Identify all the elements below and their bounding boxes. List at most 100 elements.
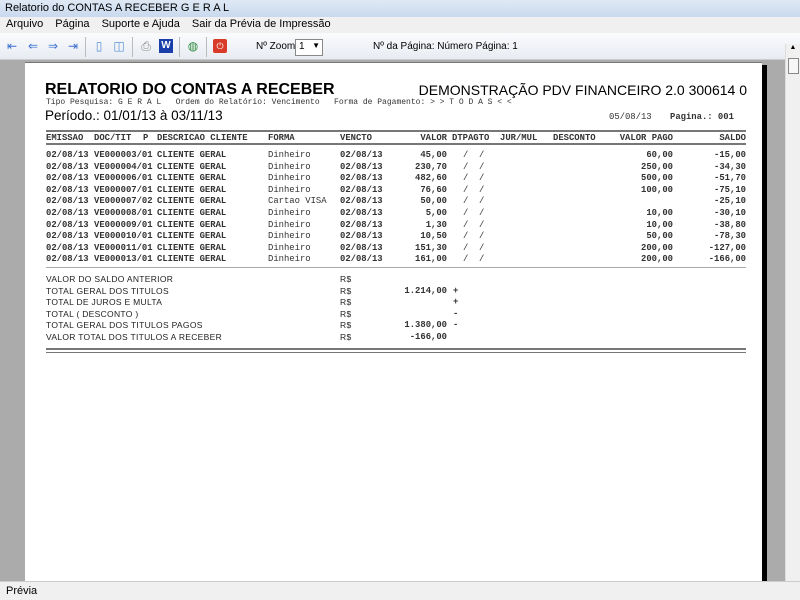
summary-value: -166,00 (409, 332, 447, 342)
report-page-number: Pagina.: 001 (670, 112, 734, 122)
report-period: Período.: 01/01/13 à 03/11/13 (45, 108, 223, 123)
column-header-dtpagto: DTPAGTO (452, 133, 490, 143)
cell-dtpagto: / / (463, 208, 485, 218)
vertical-scrollbar[interactable]: ▲ (785, 44, 800, 581)
cell-valor: 161,00 (415, 254, 447, 265)
email-globe-icon[interactable]: ◍ (186, 39, 200, 53)
cell-emissao: 02/08/13 (46, 219, 89, 230)
cell-dtpagto: / / (463, 242, 485, 253)
next-page-icon[interactable]: ⇒ (46, 39, 60, 53)
cell-valor-pago: 500,00 (641, 173, 673, 184)
cell-forma: Dinheiro (268, 231, 311, 242)
cell-cliente: CLIENTE GERAL (157, 219, 227, 230)
cell-valor: 1,30 (425, 219, 447, 230)
summary-label: TOTAL DE JUROS E MULTA (46, 297, 163, 308)
cell-emissao: 02/08/13 (46, 254, 89, 265)
cell-emissao: 02/08/13 (46, 208, 89, 218)
cell-vencto: 02/08/13 (340, 184, 383, 195)
word-export-icon[interactable]: W (159, 39, 173, 53)
cell-valor-pago: 250,00 (641, 161, 673, 172)
cell-vencto: 02/08/13 (340, 208, 383, 218)
cell-dtpagto: / / (463, 254, 485, 265)
cell-forma: Cartao VISA (268, 196, 327, 207)
single-page-icon[interactable]: ▯ (92, 39, 106, 53)
cell-doc: VE000011/01 (94, 242, 153, 253)
scroll-thumb[interactable] (788, 58, 799, 74)
cell-cliente: CLIENTE GERAL (157, 254, 227, 265)
cell-emissao: 02/08/13 (46, 173, 89, 184)
cell-dtpagto: / / (463, 161, 485, 172)
scroll-up-icon[interactable]: ▲ (786, 44, 800, 56)
cell-valor: 45,00 (420, 150, 447, 160)
zoom-select[interactable]: 1 ▼ (295, 39, 323, 56)
close-power-icon[interactable]: ⏻ (213, 39, 227, 53)
report-title: RELATORIO DO CONTAS A RECEBER (45, 81, 335, 98)
cell-dtpagto: / / (463, 231, 485, 242)
cell-dtpagto: / / (463, 219, 485, 230)
menu-pagina[interactable]: Página (49, 17, 95, 33)
cell-doc: VE000008/01 (94, 208, 153, 218)
cell-cliente: CLIENTE GERAL (157, 161, 227, 172)
preview-area: RELATORIO DO CONTAS A RECEBER DEMONSTRAÇ… (0, 60, 785, 581)
column-header-valor: VALOR (420, 133, 447, 143)
cell-vencto: 02/08/13 (340, 150, 383, 160)
cell-forma: Dinheiro (268, 242, 311, 253)
column-header-desconto: DESCONTO (553, 133, 596, 143)
report-page: RELATORIO DO CONTAS A RECEBER DEMONSTRAÇ… (25, 62, 762, 581)
cell-valor-pago: 10,00 (646, 219, 673, 230)
cell-valor-pago: 60,00 (646, 150, 673, 160)
cell-vencto: 02/08/13 (340, 219, 383, 230)
column-header-vencto: VENCTO (340, 133, 372, 143)
column-header-saldo: SALDO (719, 133, 746, 143)
cell-cliente: CLIENTE GERAL (157, 208, 227, 218)
cell-forma: Dinheiro (268, 208, 311, 218)
first-page-icon[interactable]: ⇤ (5, 39, 19, 53)
cell-vencto: 02/08/13 (340, 254, 383, 265)
cell-doc: VE000010/01 (94, 231, 153, 242)
column-header-p: P (143, 133, 149, 143)
menu-arquivo[interactable]: Arquivo (0, 17, 49, 33)
column-header-jur: JUR/MUL (500, 133, 538, 143)
cell-saldo: -166,00 (708, 254, 746, 265)
cell-dtpagto: / / (463, 150, 485, 160)
print-icon[interactable]: ⎙ (139, 39, 153, 53)
two-pages-icon[interactable]: ◫ (112, 39, 126, 53)
summary-value: 1.380,00 (404, 320, 447, 331)
cell-cliente: CLIENTE GERAL (157, 173, 227, 184)
cell-emissao: 02/08/13 (46, 242, 89, 253)
column-header-emissao: EMISSAO (46, 133, 84, 143)
cell-forma: Dinheiro (268, 150, 311, 160)
cell-saldo: -30,10 (714, 208, 746, 218)
cell-valor-pago: 200,00 (641, 242, 673, 253)
cell-cliente: CLIENTE GERAL (157, 184, 227, 195)
cell-valor: 10,50 (420, 231, 447, 242)
menu-sair-previa[interactable]: Sair da Prévia de Impressão (186, 17, 337, 33)
cell-valor: 76,60 (420, 184, 447, 195)
summary-label: VALOR DO SALDO ANTERIOR (46, 274, 174, 284)
last-page-icon[interactable]: ⇥ (66, 39, 80, 53)
cell-valor-pago: 100,00 (641, 184, 673, 195)
column-header-desc: DESCRICAO CLIENTE (157, 133, 248, 143)
cell-valor: 151,30 (415, 242, 447, 253)
cell-vencto: 02/08/13 (340, 196, 383, 207)
summary-sign: + (453, 297, 459, 308)
cell-doc: VE000003/01 (94, 150, 153, 160)
cell-emissao: 02/08/13 (46, 231, 89, 242)
previous-page-icon[interactable]: ⇐ (26, 39, 40, 53)
zoom-value: 1 (299, 41, 305, 52)
cell-dtpagto: / / (463, 196, 485, 207)
cell-vencto: 02/08/13 (340, 161, 383, 172)
cell-dtpagto: / / (463, 173, 485, 184)
cell-doc: VE000007/01 (94, 184, 153, 195)
summary-cur: R$ (340, 320, 352, 331)
cell-valor-pago: 50,00 (646, 231, 673, 242)
menu-suporte[interactable]: Suporte e Ajuda (96, 17, 186, 33)
cell-forma: Dinheiro (268, 184, 311, 195)
cell-saldo: -78,30 (714, 231, 746, 242)
cell-forma: Dinheiro (268, 219, 311, 230)
cell-saldo: -51,70 (714, 173, 746, 184)
cell-doc: VE000009/01 (94, 219, 153, 230)
summary-sign: + (453, 285, 459, 296)
cell-doc: VE000004/01 (94, 161, 153, 172)
cell-forma: Dinheiro (268, 254, 311, 265)
